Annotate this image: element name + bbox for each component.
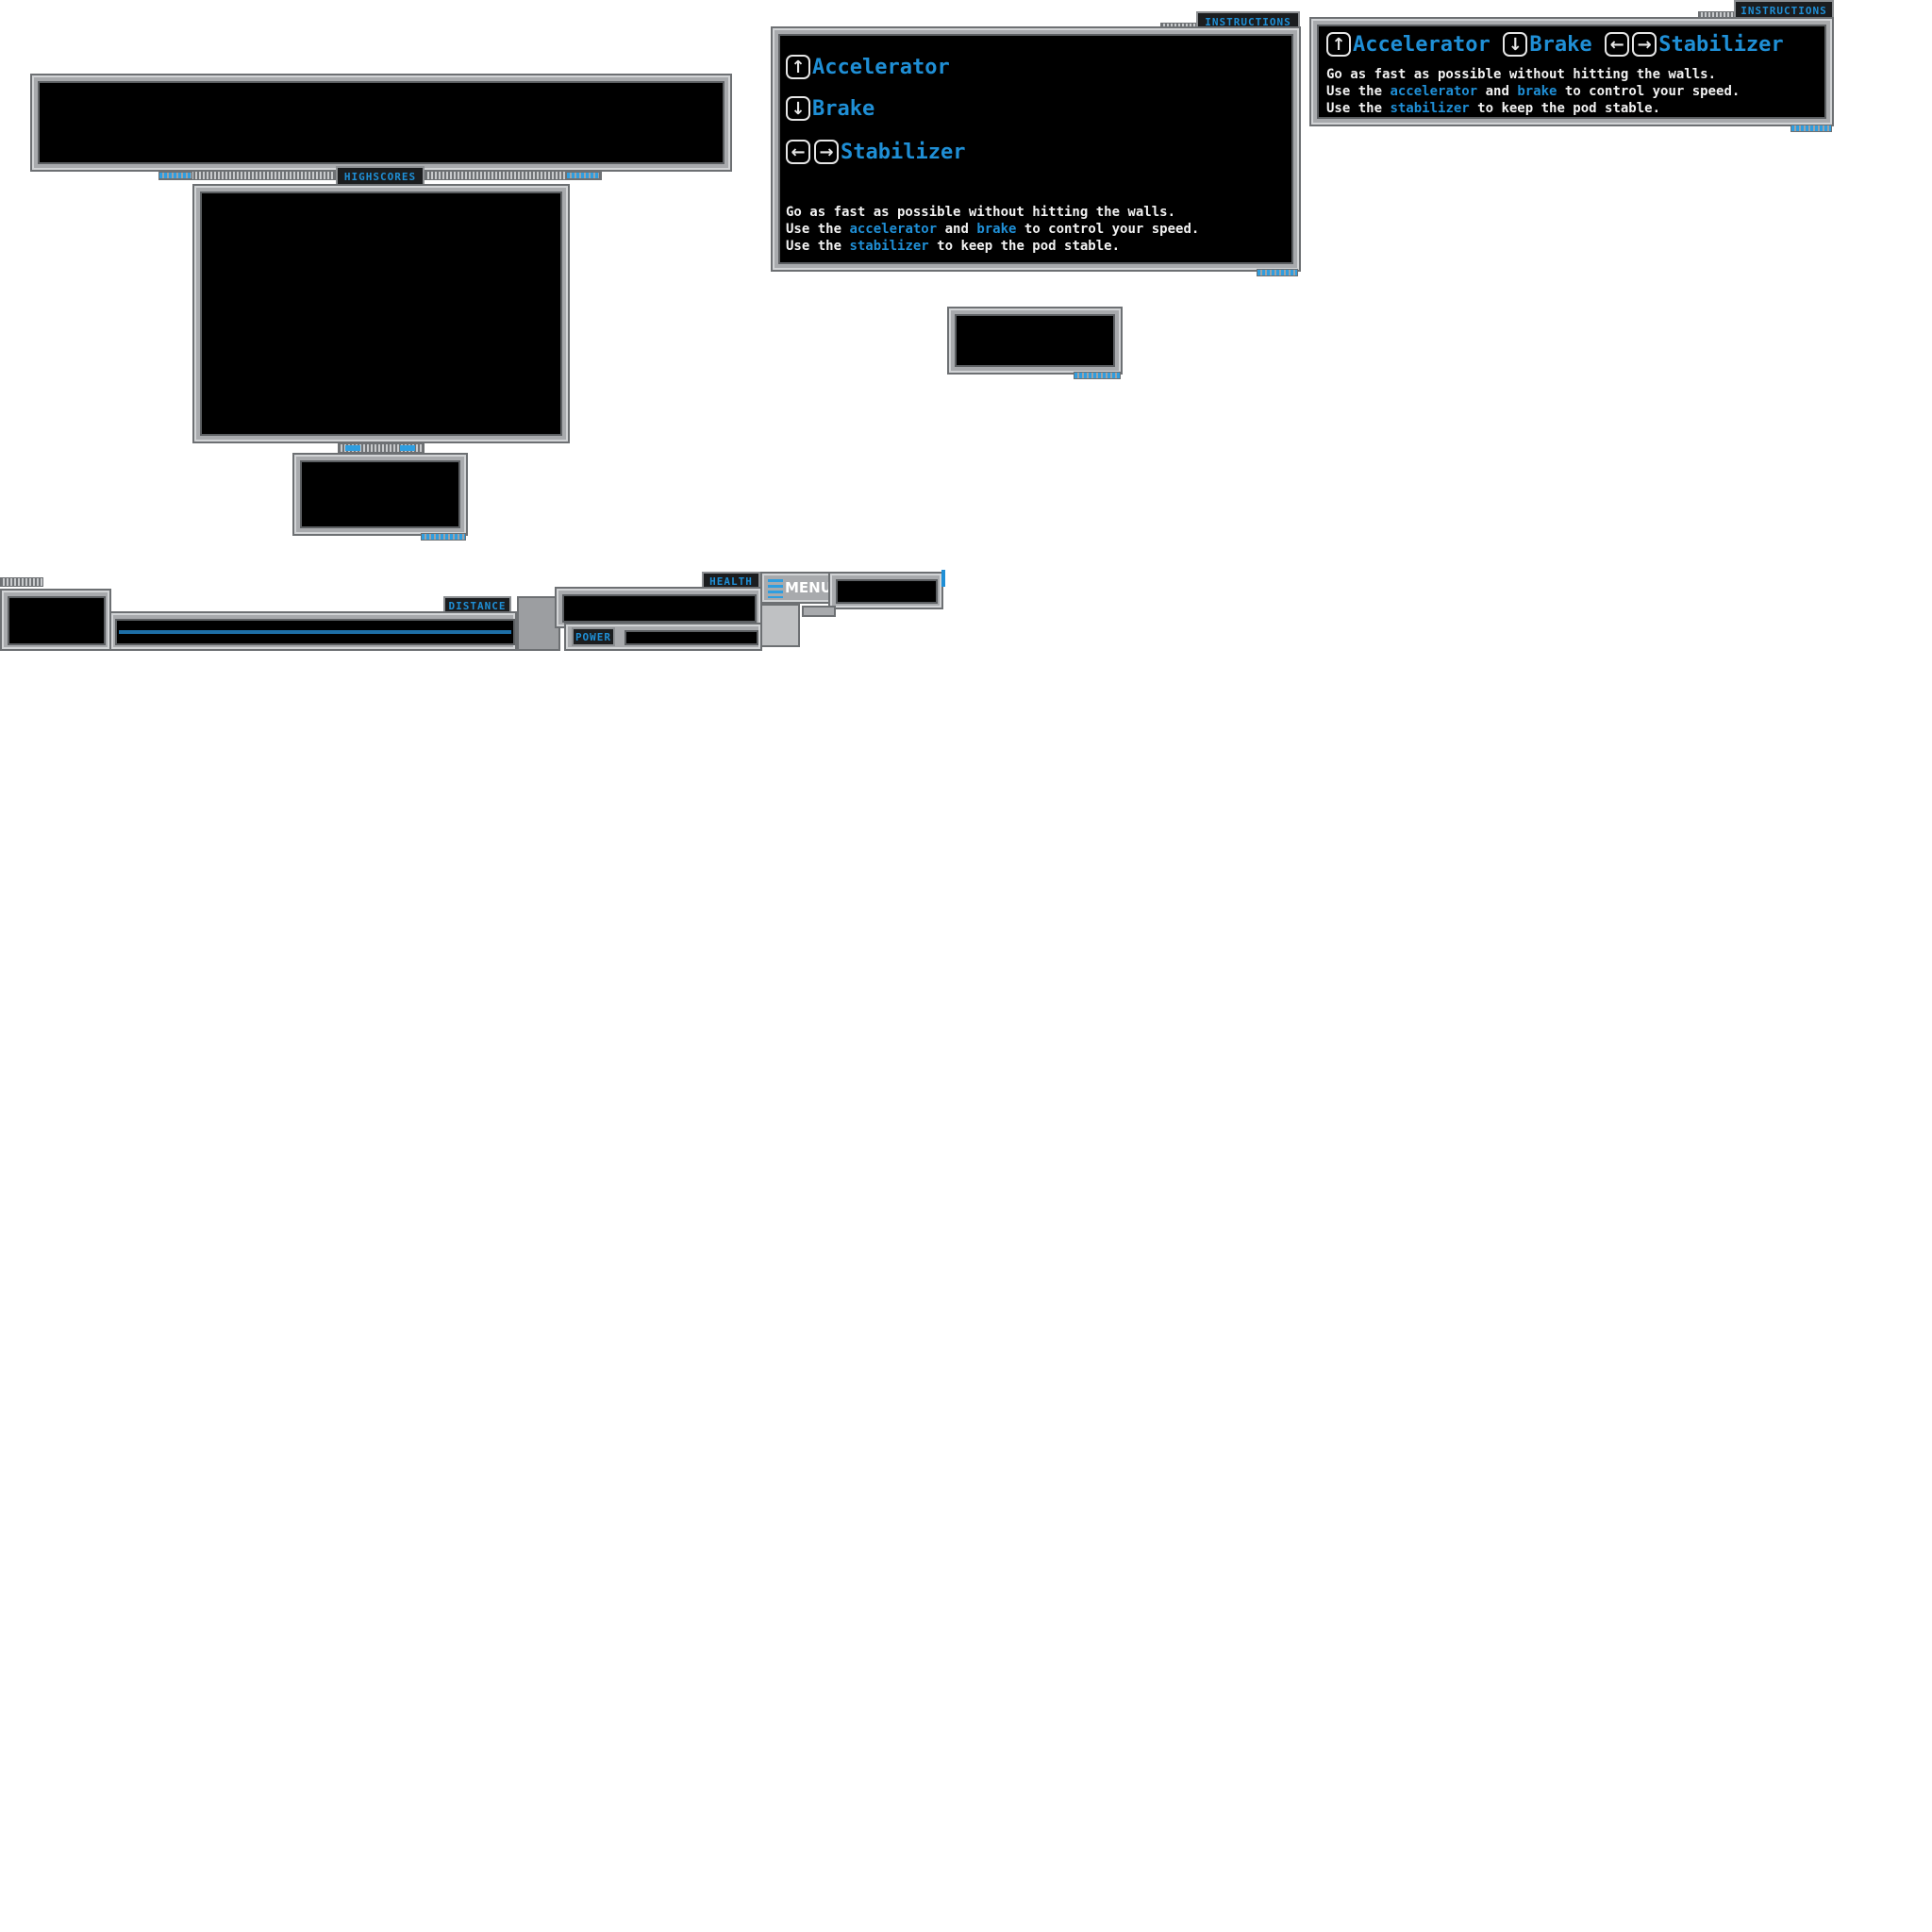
small-button-screen (955, 314, 1115, 367)
small-button-lights (1074, 372, 1121, 379)
hud-right-screen (836, 579, 938, 604)
highscores-list-frame (192, 184, 570, 443)
compact-line-1: Go as fast as possible without hitting t… (1326, 67, 1717, 82)
hud-left-frame (0, 589, 111, 651)
highscores-header-screen (38, 81, 724, 164)
compact-line-3: Use the stabilizer to keep the pod stabl… (1326, 101, 1661, 116)
right-arrow-icon: → (814, 140, 839, 164)
instructions-compact-frame: ↑ Accelerator ↓ Brake ← → Stabilizer Go as f… (1309, 17, 1834, 126)
right-arrow-icon: → (1632, 32, 1657, 57)
key-row-stabilizer: ← → Stabilizer (786, 140, 965, 164)
compact-brake-label: Brake (1529, 32, 1592, 57)
instructions-large-screen: ↑ Accelerator ↓ Brake ← → Stabilizer Go as f… (778, 34, 1293, 264)
highscores-connector-lights-left (158, 172, 192, 179)
key-row-accelerator: ↑ Accelerator (786, 55, 950, 79)
instructions-compact-lights (1790, 125, 1832, 132)
compact-key-row: ↑ Accelerator ↓ Brake ← → Stabilizer (1326, 32, 1784, 57)
accelerator-label: Accelerator (812, 55, 950, 79)
compact-line-2: Use the accelerator and brake to control… (1326, 84, 1740, 99)
instructions-large-lights (1257, 269, 1298, 276)
brake-label: Brake (812, 96, 875, 121)
menu-label: MENU (785, 579, 832, 596)
highscores-bottom-light-right (400, 445, 415, 451)
highscores-header-frame (30, 74, 732, 172)
menu-list-icon (768, 579, 783, 598)
highscores-list-screen (200, 192, 562, 436)
instructions-large-text: Go as fast as possible without hitting t… (786, 204, 1199, 255)
instructions-line-3: Use the stabilizer to keep the pod stabl… (786, 239, 1121, 254)
highscores-button-lights (421, 533, 466, 541)
left-arrow-icon: ← (786, 140, 810, 164)
health-screen (562, 594, 757, 623)
hud-grille (0, 577, 43, 587)
down-arrow-icon: ↓ (1503, 32, 1528, 57)
distance-bar-frame (109, 611, 517, 651)
distance-bar-screen (115, 619, 515, 645)
compact-stabilizer-label: Stabilizer (1658, 32, 1784, 57)
highscores-bottom-light-left (345, 445, 360, 451)
instructions-compact-text: Go as fast as possible without hitting t… (1326, 66, 1740, 117)
power-screen (625, 630, 758, 645)
down-arrow-icon: ↓ (786, 96, 810, 121)
stabilizer-label: Stabilizer (841, 140, 966, 164)
up-arrow-icon: ↑ (1326, 32, 1351, 57)
hud-right-block (760, 604, 800, 647)
up-arrow-icon: ↑ (786, 55, 810, 79)
instructions-line-2: Use the accelerator and brake to control… (786, 222, 1200, 237)
hud-left-screen (8, 596, 106, 645)
power-tab: POWER (572, 627, 615, 646)
hud-right-frame (828, 572, 943, 609)
instructions-compact-screen: ↑ Accelerator ↓ Brake ← → Stabilizer Go as f… (1317, 25, 1826, 119)
small-button-frame[interactable] (947, 307, 1123, 375)
instructions-line-1: Go as fast as possible without hitting t… (786, 205, 1176, 220)
highscores-button-screen (300, 460, 460, 528)
compact-accelerator-label: Accelerator (1353, 32, 1491, 57)
left-arrow-icon: ← (1605, 32, 1630, 57)
power-frame: POWER (564, 623, 762, 651)
instructions-large-frame: ↑ Accelerator ↓ Brake ← → Stabilizer Go as f… (771, 26, 1301, 272)
menu-button[interactable]: MENU (760, 572, 832, 604)
distance-bar-fill (119, 630, 511, 634)
hud-small-connector (802, 606, 836, 617)
highscores-connector-lights-right (566, 172, 600, 179)
highscores-button-frame[interactable] (292, 453, 468, 536)
key-row-brake: ↓ Brake (786, 96, 874, 121)
hud-right-indicator (941, 570, 945, 587)
